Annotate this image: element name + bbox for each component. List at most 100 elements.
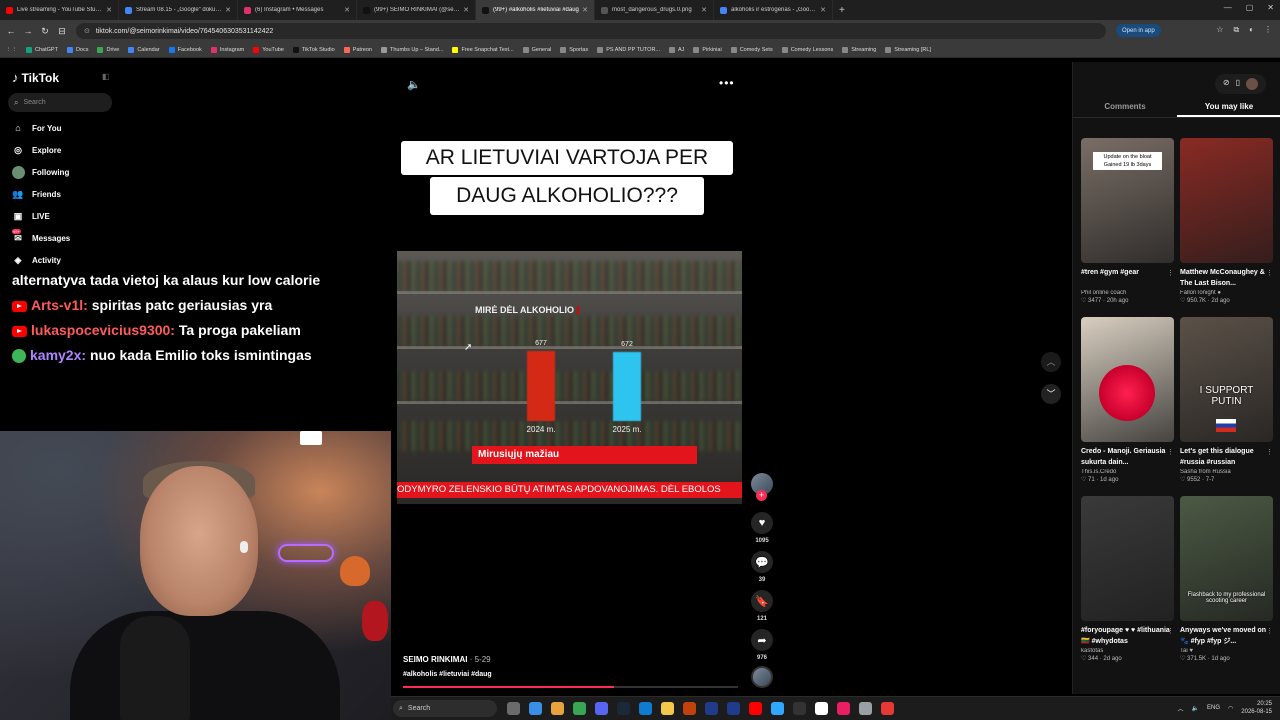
- card-more-icon[interactable]: ⋮: [1266, 448, 1273, 456]
- bookmark-item[interactable]: TikTok Studio: [292, 46, 335, 53]
- taskbar-app-icon[interactable]: [595, 702, 608, 715]
- video-thumbnail[interactable]: Flashback to my professional scooting ca…: [1180, 496, 1273, 621]
- open-in-app-button[interactable]: Open in app: [1116, 24, 1161, 37]
- close-window-icon[interactable]: ✕: [1267, 3, 1274, 12]
- nav-item-live[interactable]: ▣ LIVE: [12, 209, 50, 223]
- taskbar-app-icon[interactable]: [749, 702, 762, 715]
- card-more-icon[interactable]: ⋮: [1266, 627, 1273, 635]
- card-more-icon[interactable]: ⋮: [1167, 448, 1174, 456]
- heart-icon[interactable]: ♥: [751, 512, 773, 534]
- bookmark-item[interactable]: AJ: [669, 46, 684, 53]
- taskbar-app-icon[interactable]: [771, 702, 784, 715]
- taskbar-app-icon[interactable]: [727, 702, 740, 715]
- url-field[interactable]: ⊙ tiktok.com/@seimorinkimai/video/764540…: [76, 23, 1106, 39]
- bookmark-item[interactable]: Docs: [66, 46, 88, 53]
- nav-item-following[interactable]: Following: [12, 165, 69, 179]
- apps-grid-icon[interactable]: ⋮⋮: [6, 47, 17, 53]
- tiktok-logo[interactable]: ♪ TikTok: [12, 70, 59, 85]
- bookmark-item[interactable]: Sportas: [560, 46, 588, 53]
- forward-icon[interactable]: →: [22, 26, 34, 36]
- tray-chevron-icon[interactable]: ︿: [1178, 704, 1184, 713]
- volume-tray-icon[interactable]: 🔈: [1192, 705, 1199, 712]
- video-card[interactable]: Credo - Manoji. Geriausia sukurta dain..…: [1081, 317, 1174, 483]
- nav-item-messages[interactable]: ✉ Messages: [12, 231, 70, 245]
- upload-icon[interactable]: ⊘: [1223, 78, 1230, 90]
- card-more-icon[interactable]: ⋮: [1266, 269, 1273, 277]
- video-thumbnail[interactable]: I SUPPORT PUTIN: [1180, 317, 1273, 442]
- phone-icon[interactable]: ▯: [1236, 78, 1240, 90]
- browser-tab[interactable]: (99+) #alkoholis #lietuviai #daug ✕: [476, 0, 595, 20]
- tiktok-search-input[interactable]: ⌕ Search: [8, 93, 112, 112]
- bookmark-item[interactable]: Calendar: [128, 46, 160, 53]
- bookmark-item[interactable]: Free Snapchat Text...: [452, 46, 514, 53]
- reload-icon[interactable]: ↻: [39, 26, 51, 37]
- profile-icon[interactable]: ◐: [1249, 25, 1254, 35]
- taskbar-app-icon[interactable]: [661, 702, 674, 715]
- wifi-icon[interactable]: ◠: [1228, 705, 1233, 712]
- video-progress-bar[interactable]: [403, 686, 738, 688]
- tab-close-icon[interactable]: ✕: [106, 6, 112, 14]
- bookmark-action[interactable]: 🔖 121: [749, 590, 775, 622]
- bookmark-item[interactable]: Thumbs Up – Stand...: [380, 46, 443, 53]
- bookmark-item[interactable]: General: [522, 46, 551, 53]
- taskbar-app-icon[interactable]: [639, 702, 652, 715]
- taskbar-search[interactable]: ⌕ Search: [393, 700, 497, 717]
- star-icon[interactable]: ☆: [1216, 25, 1223, 35]
- taskbar-app-icon[interactable]: [837, 702, 850, 715]
- next-video-button[interactable]: ﹀: [1041, 384, 1061, 404]
- nav-item-explore[interactable]: ◎ Explore: [12, 143, 61, 157]
- tab-you-may-like[interactable]: You may like: [1177, 100, 1280, 117]
- minimize-icon[interactable]: —: [1224, 3, 1232, 12]
- video-card[interactable]: Flashback to my professional scooting ca…: [1180, 496, 1273, 662]
- taskbar-app-icon[interactable]: [551, 702, 564, 715]
- comment-icon[interactable]: 💬: [751, 551, 773, 573]
- bookmark-item[interactable]: Comedy Lessons: [781, 46, 833, 53]
- taskbar-app-icon[interactable]: [683, 702, 696, 715]
- taskbar-app-icon[interactable]: [859, 702, 872, 715]
- tab-comments[interactable]: Comments: [1073, 100, 1177, 117]
- browser-tab[interactable]: Stream 08.15 - „Google“ dokumentai✕: [119, 0, 238, 20]
- heart-action[interactable]: ♥ 1095: [749, 512, 775, 544]
- bookmark-item[interactable]: Streaming: [842, 46, 876, 53]
- taskbar-app-icon[interactable]: [617, 702, 630, 715]
- video-card[interactable]: Matthew McConaughey & The Last Bison... F…: [1180, 138, 1273, 304]
- tab-close-icon[interactable]: ✕: [582, 6, 588, 14]
- site-info-icon[interactable]: ⊟: [56, 26, 68, 37]
- bookmark-icon[interactable]: 🔖: [751, 590, 773, 612]
- video-card[interactable]: #foryoupage ♥ ♥ #lithuania 🇱🇹 #whydotas k…: [1081, 496, 1174, 662]
- video-thumbnail[interactable]: [1180, 138, 1273, 263]
- video-thumbnail[interactable]: [1081, 317, 1174, 442]
- taskbar-app-icon[interactable]: [815, 702, 828, 715]
- previous-video-button[interactable]: ︿: [1041, 352, 1061, 372]
- video-author[interactable]: SEIMO RINKIMAI · 5-29: [403, 655, 491, 664]
- bookmark-item[interactable]: Comedy Sets: [730, 46, 773, 53]
- tab-close-icon[interactable]: ✕: [820, 6, 826, 14]
- tab-close-icon[interactable]: ✕: [225, 6, 231, 14]
- browser-tab[interactable]: alkoholis ir estrogenas - „Google“ paieš…: [714, 0, 833, 20]
- card-more-icon[interactable]: ⋮: [1167, 627, 1174, 635]
- share-action[interactable]: ➦ 976: [749, 629, 775, 661]
- language-indicator[interactable]: ENG: [1207, 705, 1220, 711]
- menu-icon[interactable]: ⋮: [1264, 25, 1272, 35]
- back-icon[interactable]: ←: [5, 26, 17, 36]
- nav-item-for-you[interactable]: ⌂ For You: [12, 121, 61, 135]
- video-hashtags[interactable]: #alkoholis #lietuviai #daug: [403, 671, 492, 678]
- new-tab-icon[interactable]: +: [839, 5, 845, 16]
- bookmark-item[interactable]: Patreon: [343, 46, 372, 53]
- video-thumbnail[interactable]: Update on the bloat Gained 19 lb 3days: [1081, 138, 1174, 263]
- comment-action[interactable]: 💬 39: [749, 551, 775, 583]
- follow-plus-button[interactable]: +: [756, 490, 767, 501]
- bookmark-item[interactable]: YouTube: [253, 46, 284, 53]
- bookmark-item[interactable]: Instagram: [210, 46, 244, 53]
- taskbar-app-icon[interactable]: [705, 702, 718, 715]
- tab-close-icon[interactable]: ✕: [344, 6, 350, 14]
- bookmark-item[interactable]: Facebook: [168, 46, 202, 53]
- browser-tab[interactable]: most_dangerous_drugs.0.png ✕: [595, 0, 714, 20]
- tab-close-icon[interactable]: ✕: [463, 6, 469, 14]
- collapse-sidebar-icon[interactable]: ◧: [102, 72, 110, 81]
- nav-item-friends[interactable]: 👥 Friends: [12, 187, 61, 201]
- clock[interactable]: 20:25 2026-08-15: [1241, 700, 1272, 716]
- browser-tab[interactable]: Live streaming - YouTube Studio ✕: [0, 0, 119, 20]
- video-card[interactable]: Update on the bloat Gained 19 lb 3days #t…: [1081, 138, 1174, 304]
- nav-item-activity[interactable]: ◈ Activity: [12, 253, 61, 267]
